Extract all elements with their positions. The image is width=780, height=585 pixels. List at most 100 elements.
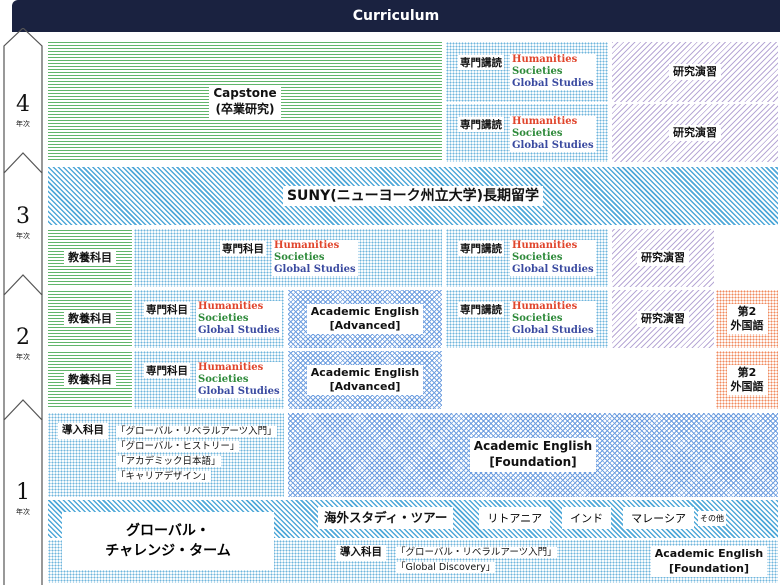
donyu2-course-1: 「グローバル・リベラルアーツ入門」 (396, 547, 557, 558)
senmon-kogi-label: 専門講読 (458, 241, 504, 256)
senmon-kogi-label: 専門講読 (458, 302, 504, 317)
humanities-label: Humanities (196, 301, 282, 313)
second-language-block-a: 第2 外国語 (716, 290, 778, 348)
senmon-kogi-block-4a: 専門講読 Humanities Societies Global Studies (446, 42, 608, 102)
kenkyu-label: 研究演習 (669, 63, 721, 81)
kenkyu-label: 研究演習 (669, 124, 721, 142)
donyu-challenge-row: 導入科目 「グローバル・リベラルアーツ入門」 「Global Discovery」 (336, 545, 557, 575)
acad-adv-level: [Advanced] (329, 380, 401, 393)
suny-study-abroad-block: SUNY(ニューヨーク州立大学)長期留学 (48, 167, 778, 225)
study-tour-row: 海外スタディ・ツアー リトアニア インド マレーシア その他 (318, 507, 726, 530)
acad-adv-title: Academic English (310, 304, 420, 318)
humanities-label: Humanities (510, 54, 596, 66)
humanities-label: Humanities (272, 240, 358, 252)
acad-found-title: Academic English (473, 439, 593, 454)
humanities-label: Humanities (196, 362, 282, 374)
curriculum-header: Curriculum (12, 0, 780, 32)
academic-english-advanced-a: Academic English [Advanced] (288, 290, 442, 348)
capstone-title: Capstone (213, 86, 277, 101)
tour-destination-2: インド (562, 507, 612, 530)
senmon-kamoku-label: 専門科目 (220, 241, 266, 256)
global-studies-label: Global Studies (272, 264, 358, 276)
capstone-subtitle: (卒業研究) (215, 102, 275, 116)
second-language-block-b: 第2 外国語 (716, 351, 778, 409)
dai2-label: 第2 (737, 304, 757, 318)
academic-english-foundation-small: Academic English [Foundation] (640, 540, 778, 583)
year-4-number: 4 (16, 92, 30, 117)
senmon-kogi-block-4b: 専門講読 Humanities Societies Global Studies (446, 104, 608, 162)
senmon-kamoku-block-2a: 専門科目 Humanities Societies Global Studies (134, 290, 284, 348)
year-2-number: 2 (16, 325, 30, 350)
dai2-label: 第2 (737, 365, 757, 379)
academic-english-advanced-b: Academic English [Advanced] (288, 351, 442, 409)
humanities-label: Humanities (510, 240, 596, 252)
societies-label: Societies (510, 66, 596, 78)
acad2-level: [Foundation] (668, 561, 750, 575)
senmon-kamoku-label: 専門科目 (144, 363, 190, 378)
tour-other: その他 (697, 510, 726, 526)
donyu-label: 導入科目 (58, 423, 108, 439)
donyu-course-1: 「グローバル・リベラルアーツ入門」 (116, 426, 277, 437)
acad2-title: Academic English (654, 547, 764, 561)
header-title: Curriculum (352, 8, 440, 24)
tour-destination-3: マレーシア (623, 507, 694, 530)
acad-adv-level: [Advanced] (329, 319, 401, 332)
donyu-block: 導入科目 「グローバル・リベラルアーツ入門」 「グローバル・ヒストリー」 「アカ… (48, 413, 284, 497)
global-studies-label: Global Studies (510, 140, 596, 152)
year-3-suffix: 年次 (16, 232, 30, 240)
acad-found-level: [Foundation] (489, 455, 577, 469)
global-studies-label: Global Studies (510, 325, 596, 337)
kenkyu-block-4b: 研究演習 (612, 104, 778, 162)
global-studies-label: Global Studies (196, 386, 282, 398)
senmon-kogi-block-3: 専門講読 Humanities Societies Global Studies (446, 229, 608, 287)
societies-label: Societies (196, 313, 282, 325)
year-3-number: 3 (16, 204, 30, 229)
kyoyo-label: 教養科目 (64, 371, 116, 389)
kyoyo-label: 教養科目 (64, 249, 116, 267)
gaikokugo-label: 外国語 (730, 380, 764, 393)
global-studies-label: Global Studies (196, 325, 282, 337)
global-studies-label: Global Studies (510, 264, 596, 276)
academic-english-foundation-block: Academic English [Foundation] (288, 413, 778, 497)
kyoyo-block-3: 教養科目 (48, 229, 132, 287)
kenkyu-block-3: 研究演習 (612, 229, 714, 287)
societies-label: Societies (272, 252, 358, 264)
tour-destination-1: リトアニア (479, 507, 551, 530)
challenge-title-1: グローバル・ (126, 523, 210, 539)
senmon-kamoku-block-2b: 専門科目 Humanities Societies Global Studies (134, 351, 284, 409)
kenkyu-block-2: 研究演習 (612, 290, 714, 348)
donyu-course-4: 「キャリアデザイン」 (116, 471, 212, 482)
societies-label: Societies (510, 252, 596, 264)
senmon-kogi-label: 専門講読 (458, 55, 504, 70)
year-4-suffix: 年次 (16, 120, 30, 128)
kaigai-label: 海外スタディ・ツアー (318, 507, 454, 530)
kenkyu-block-4a: 研究演習 (612, 42, 778, 102)
suny-label: SUNY(ニューヨーク州立大学)長期留学 (282, 185, 544, 207)
global-studies-label: Global Studies (510, 78, 596, 90)
capstone-block: Capstone (卒業研究) (48, 42, 442, 162)
gaikokugo-label: 外国語 (730, 319, 764, 332)
senmon-kamoku-label: 専門科目 (144, 302, 190, 317)
global-challenge-term-box: グローバル・チャレンジ・ターム (62, 512, 274, 570)
kenkyu-label: 研究演習 (637, 249, 689, 267)
challenge-title-2: チャレンジ・ターム (105, 543, 231, 559)
acad-adv-title: Academic English (310, 365, 420, 379)
donyu-course-3: 「アカデミック日本語」 (116, 456, 221, 467)
senmon-kamoku-block-3: 専門科目 Humanities Societies Global Studies (134, 229, 442, 287)
donyu2-label: 導入科目 (336, 545, 386, 561)
kyoyo-block-2a: 教養科目 (48, 290, 132, 348)
kenkyu-label: 研究演習 (637, 310, 689, 328)
kyoyo-label: 教養科目 (64, 310, 116, 328)
kyoyo-block-2b: 教養科目 (48, 351, 132, 409)
humanities-label: Humanities (510, 116, 596, 128)
senmon-kogi-label: 専門講読 (458, 117, 504, 132)
year-1-suffix: 年次 (16, 508, 30, 516)
year-1-number: 1 (16, 480, 30, 505)
humanities-label: Humanities (510, 301, 596, 313)
societies-label: Societies (510, 128, 596, 140)
societies-label: Societies (196, 374, 282, 386)
donyu-course-2: 「グローバル・ヒストリー」 (116, 441, 240, 452)
senmon-kogi-block-2: 専門講読 Humanities Societies Global Studies (446, 290, 608, 348)
donyu2-course-2: 「Global Discovery」 (396, 562, 496, 573)
societies-label: Societies (510, 313, 596, 325)
